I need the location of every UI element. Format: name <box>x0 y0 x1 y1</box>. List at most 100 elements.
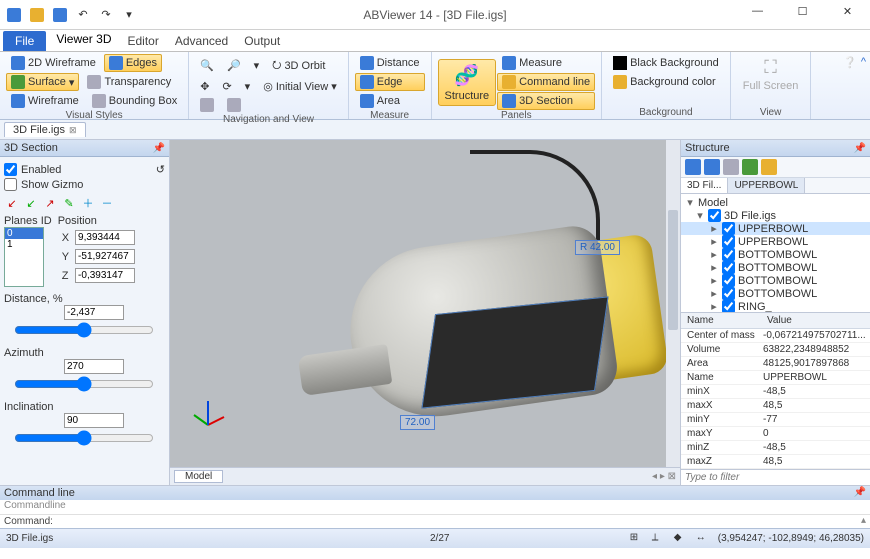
gizmo-check[interactable] <box>4 178 17 191</box>
twisty-icon[interactable]: ▸ <box>709 248 719 261</box>
inclination-input[interactable] <box>64 413 124 428</box>
plane-x-icon[interactable]: ↙ <box>4 195 20 211</box>
pos-z-input[interactable] <box>75 268 135 283</box>
plane-pick-icon[interactable]: ✎ <box>61 195 77 211</box>
property-row[interactable]: minZ-48,5 <box>681 441 870 455</box>
st-icon-1[interactable] <box>685 159 701 175</box>
plane-z-icon[interactable]: ↗ <box>42 195 58 211</box>
edges-button[interactable]: Edges <box>104 54 162 72</box>
pos-x-input[interactable] <box>75 230 135 245</box>
tree-item[interactable]: ▸ UPPERBOWL <box>681 222 870 235</box>
edge-button[interactable]: Edge <box>355 73 425 91</box>
qat-undo-icon[interactable]: ↶ <box>73 5 93 25</box>
fullscreen-button[interactable]: ⛶ Full Screen <box>737 54 805 95</box>
structure-pin-icon[interactable]: 📌 <box>854 143 866 154</box>
3d-viewport[interactable]: R 42.00 72.00 Model ◂ ▸ ⊠ <box>170 140 680 485</box>
property-row[interactable]: maxZ48,5 <box>681 455 870 469</box>
tree-item[interactable]: ▸ RING_ <box>681 300 870 312</box>
tree-root[interactable]: Model <box>698 197 728 209</box>
structure-tab-upperbowl[interactable]: UPPERBOWL <box>728 178 805 193</box>
viewport-vscroll[interactable] <box>666 140 680 467</box>
twisty-icon[interactable]: ▾ <box>695 209 705 222</box>
nav-icon-1[interactable] <box>195 96 219 114</box>
property-row[interactable]: Center of mass-0,067214975702711... <box>681 329 870 343</box>
bounding-box-button[interactable]: Bounding Box <box>87 92 183 110</box>
maximize-button[interactable]: ☐ <box>780 0 825 22</box>
structure-tab-file[interactable]: 3D Fil... <box>681 178 728 193</box>
file-tab[interactable]: File <box>3 31 46 51</box>
cmd-input[interactable] <box>57 515 857 528</box>
cmd-scroll-up-icon[interactable]: ▴ <box>857 515 870 528</box>
bg-color-button[interactable]: Background color <box>608 73 724 91</box>
tab-output[interactable]: Output <box>236 31 288 51</box>
app-menu-icon[interactable] <box>4 5 24 25</box>
enabled-check[interactable] <box>4 163 17 176</box>
plane-add-icon[interactable]: ＋ <box>80 195 96 211</box>
qat-open-icon[interactable] <box>27 5 47 25</box>
close-document-icon[interactable]: ⊠ <box>69 125 77 136</box>
tab-advanced[interactable]: Advanced <box>167 31 236 51</box>
status-icon-2[interactable]: ⟂ <box>652 532 666 546</box>
distance-input[interactable] <box>64 305 124 320</box>
initial-view-button[interactable]: ◎ Initial View ▾ <box>258 78 342 95</box>
property-row[interactable]: maxX48,5 <box>681 399 870 413</box>
st-icon-5[interactable] <box>761 159 777 175</box>
cmdline-panel-button[interactable]: Command line <box>497 73 595 91</box>
property-row[interactable]: Area48125,9017897868 <box>681 357 870 371</box>
orbit-button[interactable]: ⭮ 3D Orbit <box>267 54 330 77</box>
nav-icon-2[interactable] <box>222 96 246 114</box>
gizmo-checkbox[interactable]: Show Gizmo <box>4 178 165 191</box>
structure-panel-button[interactable]: 🧬 Structure <box>438 59 497 106</box>
property-row[interactable]: NameUPPERBOWL <box>681 371 870 385</box>
measure-panel-button[interactable]: Measure <box>497 54 595 72</box>
plane-y-icon[interactable]: ↙ <box>23 195 39 211</box>
tree-file[interactable]: 3D File.igs <box>724 210 776 222</box>
area-button[interactable]: Area <box>355 92 425 110</box>
property-row[interactable]: minX-48,5 <box>681 385 870 399</box>
status-icon-4[interactable]: ↔ <box>696 532 710 546</box>
minimize-button[interactable]: — <box>735 0 780 22</box>
qat-dropdown-icon[interactable]: ▾ <box>119 5 139 25</box>
tree-item[interactable]: ▸ BOTTOMBOWL <box>681 274 870 287</box>
model-space-tab[interactable]: Model <box>174 470 223 483</box>
st-icon-2[interactable] <box>704 159 720 175</box>
inclination-slider[interactable] <box>14 430 154 446</box>
plane-id-0[interactable]: 0 <box>5 228 43 239</box>
tree-item[interactable]: ▸ BOTTOMBOWL <box>681 248 870 261</box>
pos-y-input[interactable] <box>75 249 135 264</box>
filter-input[interactable] <box>681 470 870 485</box>
twisty-icon[interactable]: ▸ <box>709 222 719 235</box>
twisty-icon[interactable]: ▸ <box>709 235 719 248</box>
st-icon-4[interactable] <box>742 159 758 175</box>
distance-slider[interactable] <box>14 322 154 338</box>
ribbon-collapse-icon[interactable]: ^ <box>861 56 866 69</box>
rotate-icon[interactable]: ⟳ <box>217 78 236 95</box>
planes-id-list[interactable]: 0 1 <box>4 227 44 287</box>
twisty-icon[interactable]: ▸ <box>709 261 719 274</box>
zoom-out-icon[interactable]: 🔎 <box>222 57 246 74</box>
wireframe-button[interactable]: Wireframe <box>6 92 84 110</box>
3d-section-panel-button[interactable]: 3D Section <box>497 92 595 110</box>
pan-icon[interactable]: ✥ <box>195 78 214 95</box>
surface-button[interactable]: Surface ▾ <box>6 73 79 91</box>
plane-del-icon[interactable]: － <box>99 195 115 211</box>
tree-item[interactable]: ▸ BOTTOMBOWL <box>681 287 870 300</box>
pin-icon[interactable]: 📌 <box>153 143 165 154</box>
ribbon-help-icon[interactable]: ❔ <box>843 56 857 69</box>
black-bg-button[interactable]: Black Background <box>608 54 724 72</box>
st-icon-3[interactable] <box>723 159 739 175</box>
property-row[interactable]: Volume63822,2348948852 <box>681 343 870 357</box>
zoom-fit-icon[interactable]: ▾ <box>249 57 265 74</box>
property-row[interactable]: maxY0 <box>681 427 870 441</box>
close-button[interactable]: ✕ <box>825 0 870 22</box>
tab-viewer-3d[interactable]: Viewer 3D <box>48 29 119 51</box>
qat-redo-icon[interactable]: ↷ <box>96 5 116 25</box>
document-tab[interactable]: 3D File.igs ⊠ <box>4 122 86 137</box>
twisty-icon[interactable]: ▾ <box>685 196 695 209</box>
tab-editor[interactable]: Editor <box>119 31 166 51</box>
viewport-nav-icons[interactable]: ◂ ▸ ⊠ <box>652 471 676 482</box>
azimuth-slider[interactable] <box>14 376 154 392</box>
transparency-button[interactable]: Transparency <box>82 73 176 91</box>
tree-item[interactable]: ▸ BOTTOMBOWL <box>681 261 870 274</box>
twisty-icon[interactable]: ▸ <box>709 300 719 312</box>
